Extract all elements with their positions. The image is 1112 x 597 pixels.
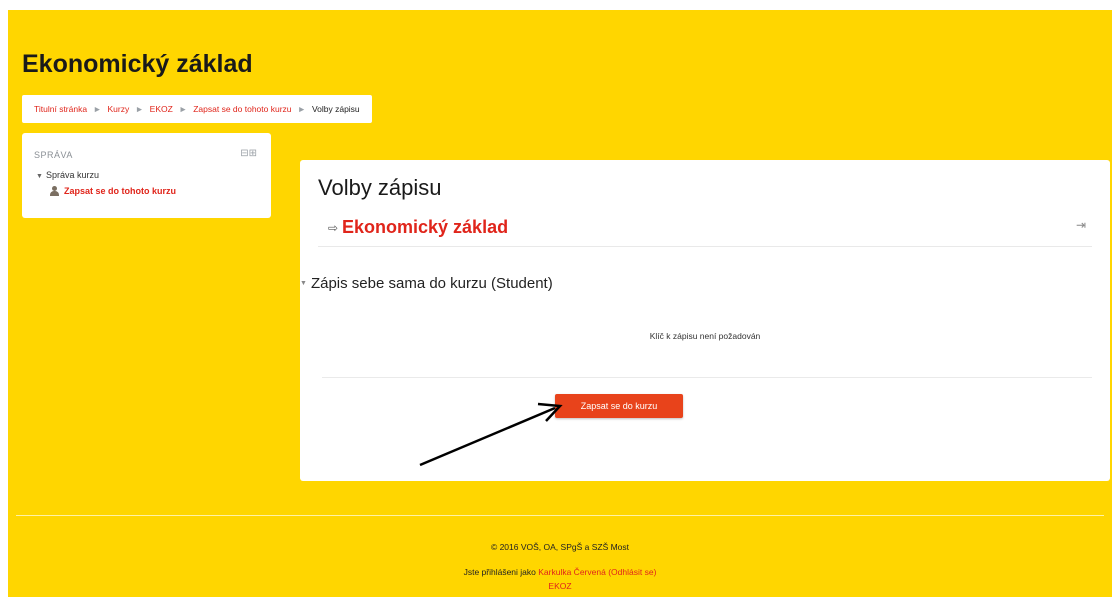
- dock-block-icon[interactable]: ⊟⊞: [240, 148, 257, 159]
- key-not-required-message: Klíč k zápisu není požadován: [649, 331, 761, 341]
- footer-login-info: Jste přihlášeni jako Karkulka Červená (O…: [463, 567, 657, 577]
- course-box: ⇨ Ekonomický základ ⇥: [318, 208, 1092, 247]
- course-title: Ekonomický základ: [22, 50, 253, 78]
- enrol-icon[interactable]: ⇥: [1076, 218, 1086, 232]
- enrol-me-button[interactable]: Zapsat se do kurzu: [555, 394, 683, 418]
- enrol-section-title: Zápis sebe sama do kurzu (Student): [310, 275, 553, 292]
- caret-down-icon: ▼: [300, 280, 307, 287]
- breadcrumb-separator-icon: ►: [135, 104, 144, 114]
- login-prefix: Jste přihlášeni jako: [463, 567, 536, 577]
- breadcrumb-separator-icon: ►: [297, 104, 306, 114]
- block-title: SPRÁVA: [34, 150, 73, 160]
- administration-block: SPRÁVA ⊟⊞ ▼ Správa kurzu Zapsat se do toh…: [22, 133, 271, 218]
- breadcrumb: Titulní stránka ► Kurzy ► EKOZ ► Zapsat …: [22, 95, 372, 123]
- course-bullet-icon: ⇨: [328, 221, 339, 235]
- page-background: Ekonomický základ Titulní stránka ► Kurz…: [8, 10, 1112, 597]
- breadcrumb-courses-link[interactable]: Kurzy: [108, 104, 130, 114]
- caret-down-icon: ▼: [36, 173, 43, 180]
- breadcrumb-home-link[interactable]: Titulní stránka: [34, 104, 87, 114]
- divider: [322, 377, 1092, 378]
- breadcrumb-course-link[interactable]: EKOZ: [150, 104, 173, 114]
- tree-item-enrol-me[interactable]: Zapsat se do tohoto kurzu: [50, 186, 176, 196]
- breadcrumb-separator-icon: ►: [178, 104, 188, 114]
- footer-course-link[interactable]: EKOZ: [8, 581, 1112, 591]
- user-profile-link[interactable]: Karkulka Červená: [538, 567, 606, 577]
- enrol-section-heading[interactable]: ▼ Zápis sebe sama do kurzu (Student): [300, 275, 553, 292]
- main-region: Volby zápisu ⇨ Ekonomický základ ⇥ ▼ Zápi…: [300, 160, 1110, 481]
- page-title: Volby zápisu: [318, 175, 442, 200]
- breadcrumb-enrol-link[interactable]: Zapsat se do tohoto kurzu: [193, 104, 291, 114]
- tree-item-course-administration[interactable]: ▼ Správa kurzu: [36, 170, 99, 180]
- footer-divider: [16, 515, 1104, 516]
- user-icon: [50, 186, 60, 196]
- tree-item-label: Zapsat se do tohoto kurzu: [64, 186, 177, 196]
- tree-item-label: Správa kurzu: [45, 170, 99, 180]
- breadcrumb-separator-icon: ►: [93, 104, 102, 114]
- course-name-link[interactable]: Ekonomický základ: [342, 217, 508, 238]
- logout-link[interactable]: Odhlásit se: [611, 567, 654, 577]
- breadcrumb-current: Volby zápisu: [311, 104, 360, 114]
- footer-copyright: © 2016 VOŠ, OA, SPgŠ a SZŠ Most: [490, 542, 630, 552]
